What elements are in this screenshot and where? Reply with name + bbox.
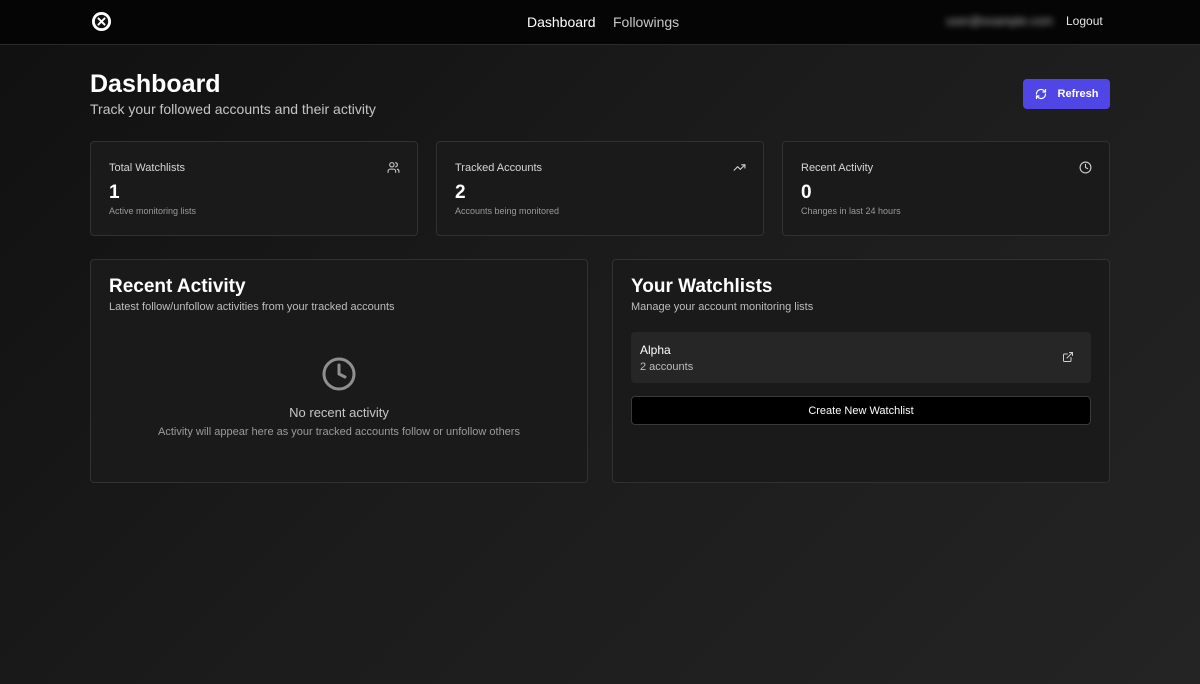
users-icon — [387, 162, 400, 173]
stat-title: Total Watchlists — [109, 162, 186, 174]
panel-title: Your Watchlists — [631, 276, 773, 297]
clock-icon — [322, 357, 356, 391]
stat-title: Tracked Accounts — [455, 162, 543, 174]
empty-state-title: No recent activity — [289, 405, 389, 420]
external-link-icon[interactable] — [1062, 351, 1074, 363]
watchlist-item[interactable]: Alpha 2 accounts — [631, 332, 1091, 383]
stat-value: 0 — [801, 182, 812, 203]
stat-description: Changes in last 24 hours — [801, 206, 901, 216]
stat-description: Active monitoring lists — [109, 206, 197, 216]
stat-card-tracked-accounts: Tracked Accounts 2 Accounts being monito… — [436, 141, 764, 236]
trending-up-icon — [733, 164, 746, 171]
clock-icon — [1079, 161, 1092, 174]
create-watchlist-button[interactable]: Create New Watchlist — [631, 396, 1091, 425]
empty-state-description: Activity will appear here as your tracke… — [158, 426, 520, 438]
recent-activity-panel: Recent Activity Latest follow/unfollow a… — [90, 259, 588, 483]
nav-followings-link[interactable]: Followings — [613, 13, 679, 31]
watchlist-account-count: 2 accounts — [640, 361, 694, 373]
refresh-button-label: Refresh — [1057, 88, 1099, 100]
panel-title: Recent Activity — [109, 276, 246, 297]
stat-description: Accounts being monitored — [455, 206, 560, 216]
stat-card-recent-activity: Recent Activity 0 Changes in last 24 hou… — [782, 141, 1110, 236]
watchlist-name: Alpha — [640, 343, 671, 357]
watchlists-panel: Your Watchlists Manage your account moni… — [612, 259, 1110, 483]
nav-dashboard-link[interactable]: Dashboard — [527, 13, 596, 31]
refresh-icon — [1035, 88, 1046, 100]
top-navigation-bar: Dashboard Followings user@example.com Lo… — [0, 0, 1200, 45]
panel-subtitle: Manage your account monitoring lists — [631, 301, 814, 313]
stat-title: Recent Activity — [801, 162, 874, 174]
user-email: user@example.com — [946, 14, 1053, 28]
stat-value: 1 — [109, 182, 120, 203]
panel-subtitle: Latest follow/unfollow activities from y… — [109, 301, 395, 313]
stat-card-total-watchlists: Total Watchlists 1 Active monitoring lis… — [90, 141, 418, 236]
page-subtitle: Track your followed accounts and their a… — [90, 101, 376, 117]
refresh-button[interactable]: Refresh — [1023, 79, 1110, 109]
stat-value: 2 — [455, 182, 466, 203]
logout-button[interactable]: Logout — [1066, 14, 1103, 28]
app-logo-icon[interactable] — [91, 11, 112, 32]
page-title: Dashboard — [90, 70, 221, 98]
